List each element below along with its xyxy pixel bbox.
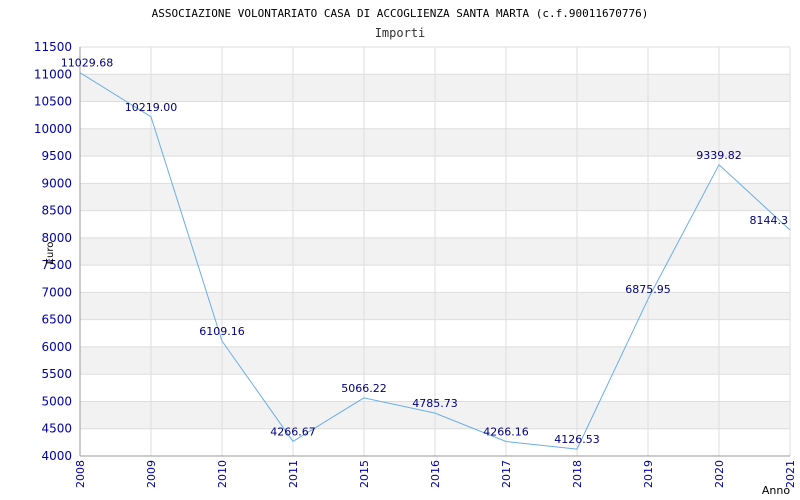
y-tick-label: 10000	[34, 122, 72, 136]
chart-subtitle: Importi	[375, 26, 426, 40]
y-tick-label: 11500	[34, 40, 72, 54]
data-label: 9339.82	[696, 149, 742, 162]
y-tick-label: 7000	[41, 285, 72, 299]
y-tick-label: 9500	[41, 149, 72, 163]
y-tick-label: 4000	[41, 449, 72, 463]
data-label: 8144.3	[750, 214, 789, 227]
x-axis-label: Anno	[762, 484, 790, 497]
y-axis-label: Euro	[45, 242, 56, 265]
x-tick-label: 2016	[429, 460, 442, 488]
data-label: 5066.22	[341, 382, 387, 395]
data-label: 4266.67	[270, 425, 316, 438]
x-tick-label: 2020	[713, 460, 726, 488]
y-tick-label: 5000	[41, 394, 72, 408]
data-label: 4785.73	[412, 397, 458, 410]
y-tick-label: 8500	[41, 204, 72, 218]
data-label: 6875.95	[625, 283, 671, 296]
y-tick-label: 9000	[41, 176, 72, 190]
x-tick-label: 2011	[287, 460, 300, 488]
data-label: 4126.53	[554, 433, 600, 446]
y-tick-label: 6000	[41, 340, 72, 354]
x-tick-label: 2019	[642, 460, 655, 488]
line-chart: ASSOCIAZIONE VOLONTARIATO CASA DI ACCOGL…	[34, 7, 797, 497]
data-label: 10219.00	[125, 101, 178, 114]
x-tick-label: 2015	[358, 460, 371, 488]
data-label: 6109.16	[199, 325, 245, 338]
x-tick-label: 2017	[500, 460, 513, 488]
y-tick-label: 4500	[41, 422, 72, 436]
y-tick-label: 6500	[41, 313, 72, 327]
chart-title: ASSOCIAZIONE VOLONTARIATO CASA DI ACCOGL…	[152, 7, 649, 20]
data-label: 11029.68	[61, 57, 114, 70]
x-tick-labels: 2008 2009 2010 2011 2015 2016 2017 2018 2019 2020…	[74, 460, 797, 488]
x-tick-label: 2009	[145, 460, 158, 488]
x-tick-label: 2010	[216, 460, 229, 488]
y-tick-label: 5500	[41, 367, 72, 381]
data-label: 4266.16	[483, 425, 529, 438]
x-tick-label: 2008	[74, 460, 87, 488]
y-tick-label: 10500	[34, 95, 72, 109]
x-tick-label: 2018	[571, 460, 584, 488]
